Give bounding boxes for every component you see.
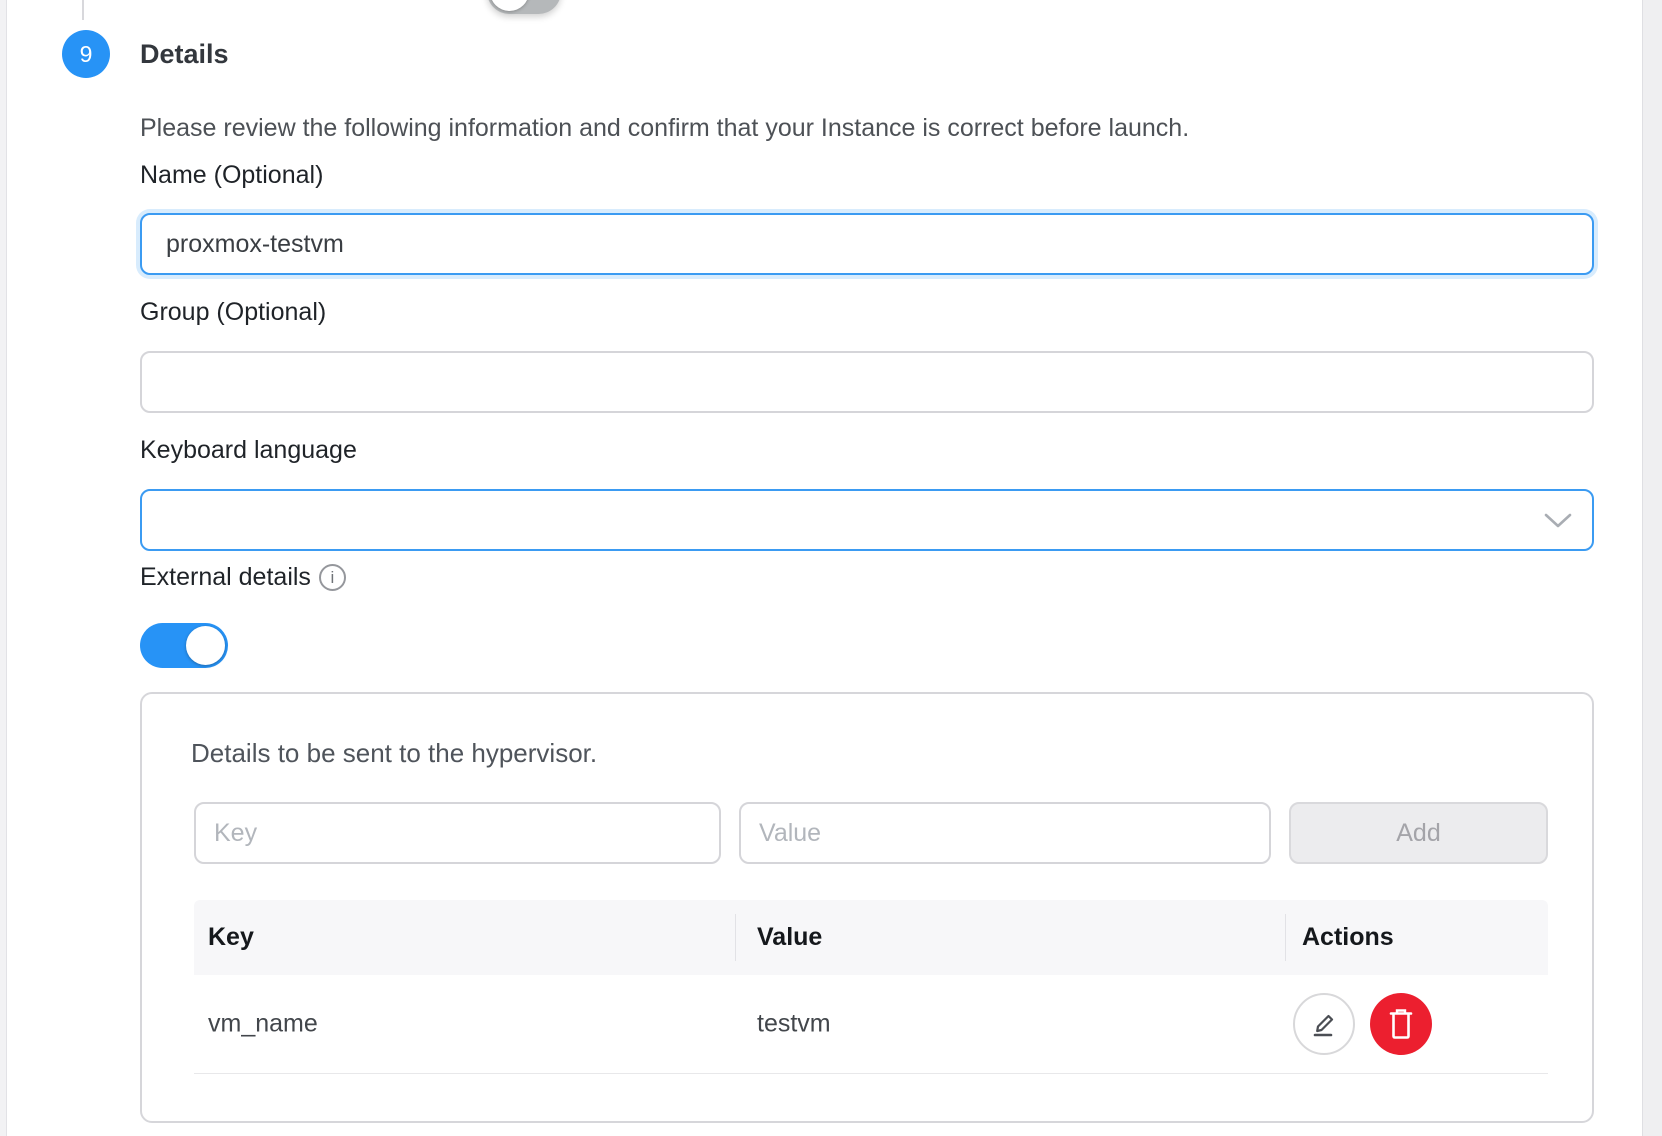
add-button-label: Add	[1396, 819, 1440, 848]
hypervisor-panel-heading: Details to be sent to the hypervisor.	[191, 738, 597, 769]
keyboard-language-label: Keyboard language	[140, 436, 357, 465]
header-value: Value	[757, 923, 822, 952]
pencil-icon	[1308, 1008, 1340, 1040]
toggle-knob	[186, 626, 225, 665]
key-value-table: Key Value Actions vm_name testvm	[194, 900, 1548, 1074]
name-field-label: Name (Optional)	[140, 161, 323, 190]
group-input[interactable]	[140, 351, 1594, 413]
row-key-cell: vm_name	[208, 1010, 318, 1039]
delete-button[interactable]	[1370, 993, 1432, 1055]
external-details-label: External details	[140, 563, 311, 592]
review-description: Please review the following information …	[140, 114, 1189, 143]
right-edge-panel	[1642, 0, 1662, 1136]
external-details-toggle-on[interactable]	[140, 623, 228, 668]
step-number: 9	[80, 41, 93, 68]
left-edge-panel	[0, 0, 7, 1136]
key-input[interactable]	[194, 802, 721, 864]
info-icon[interactable]: i	[319, 564, 346, 591]
step-connector-line	[82, 0, 84, 20]
page-title: Details	[140, 39, 229, 70]
previous-section-toggle-off[interactable]	[487, 0, 561, 14]
table-row: vm_name testvm	[194, 975, 1548, 1074]
row-actions	[1293, 993, 1432, 1055]
edit-button[interactable]	[1293, 993, 1355, 1055]
header-divider	[1285, 914, 1286, 961]
row-value-cell: testvm	[757, 1010, 831, 1039]
external-details-header: External details i	[140, 563, 346, 592]
toggle-knob	[490, 0, 529, 11]
value-input[interactable]	[739, 802, 1271, 864]
step-number-badge: 9	[62, 30, 110, 78]
hypervisor-details-panel: Details to be sent to the hypervisor. Ad…	[140, 692, 1594, 1123]
name-input[interactable]	[140, 213, 1594, 275]
instance-launch-details-step: 9 Details Please review the following in…	[0, 0, 1662, 1136]
add-button[interactable]: Add	[1289, 802, 1548, 864]
header-actions: Actions	[1302, 923, 1394, 952]
header-divider	[735, 914, 736, 961]
group-field-label: Group (Optional)	[140, 298, 326, 327]
keyboard-language-select[interactable]	[140, 489, 1594, 551]
trash-icon	[1385, 1007, 1417, 1041]
header-key: Key	[208, 923, 254, 952]
table-header-row: Key Value Actions	[194, 900, 1548, 975]
